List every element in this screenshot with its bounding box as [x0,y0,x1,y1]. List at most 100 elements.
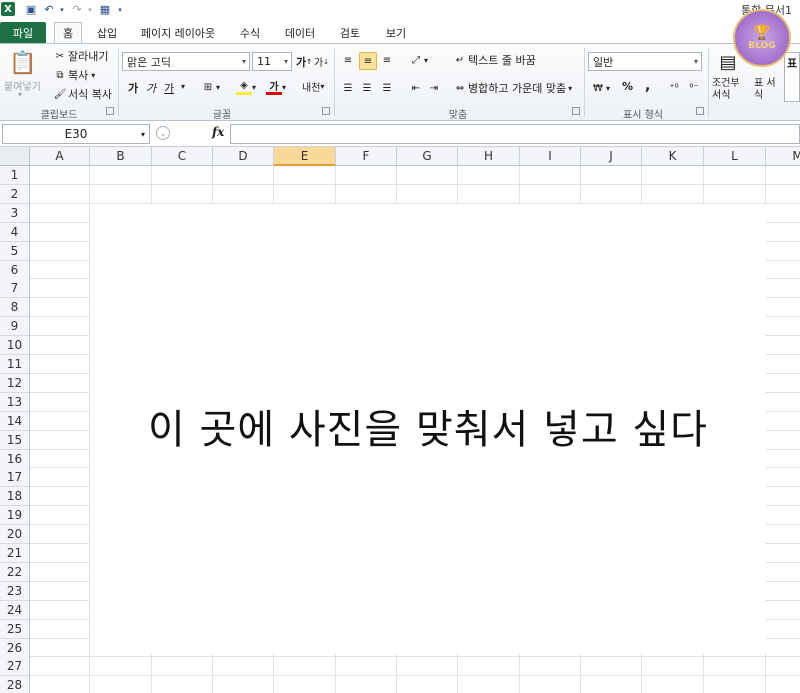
tab-home[interactable]: 홈 [54,22,82,43]
orientation-button[interactable]: ⤢ ▾ [408,52,428,68]
tab-file[interactable]: 파일 [0,22,46,43]
column-header-h[interactable]: H [458,147,520,166]
insert-function-button[interactable]: fx [212,125,224,139]
row-header-16[interactable]: 16 [0,449,30,469]
column-header-d[interactable]: D [213,147,274,166]
column-header-l[interactable]: L [704,147,766,166]
row-header-12[interactable]: 12 [0,373,30,393]
cell-style-button[interactable]: 표 [784,52,800,102]
form-icon[interactable]: ▦ [98,2,112,17]
clipboard-launcher-icon[interactable] [106,107,114,115]
bold-button[interactable]: 가 [128,80,138,96]
column-header-f[interactable]: F [336,147,397,166]
conditional-format-button[interactable]: 조건부 서식 [712,78,746,102]
accounting-button[interactable]: ₩ ▾ [590,80,610,96]
name-box[interactable]: E30 ▾ [2,124,150,144]
select-all-corner[interactable] [0,147,30,166]
undo-dropdown-icon[interactable]: ▾ [58,2,66,17]
format-painter-button[interactable]: 🖌 서식 복사 [52,86,112,102]
column-header-i[interactable]: I [520,147,581,166]
tab-review[interactable]: 검토 [334,22,366,43]
decrease-indent-button[interactable]: ⇤ [408,80,424,96]
tab-view[interactable]: 보기 [380,22,412,43]
row-header-19[interactable]: 19 [0,506,30,526]
tab-page-layout[interactable]: 페이지 레이아웃 [136,22,220,43]
column-header-b[interactable]: B [90,147,152,166]
number-format-dropdown[interactable]: 일반 ▾ [588,52,702,71]
format-as-table-button[interactable]: 표 서식 [754,78,778,102]
row-header-27[interactable]: 27 [0,657,30,677]
column-header-c[interactable]: C [152,147,213,166]
decrease-decimal-button[interactable]: ⁰⁻ [686,80,702,96]
row-header-18[interactable]: 18 [0,487,30,507]
row-header-7[interactable]: 7 [0,279,30,299]
font-size-dropdown[interactable]: 11 ▾ [252,52,292,71]
row-header-3[interactable]: 3 [0,203,30,223]
italic-button[interactable]: 가 [146,80,156,96]
paste-dropdown-icon[interactable]: ▾ [18,90,22,99]
expand-formula-icon[interactable]: ⌄ [156,126,170,140]
copy-dropdown-icon[interactable]: ▾ [91,71,95,80]
tab-formulas[interactable]: 수식 [234,22,266,43]
column-header-a[interactable]: A [30,147,90,166]
column-header-k[interactable]: K [642,147,704,166]
row-header-1[interactable]: 1 [0,166,30,185]
row-header-4[interactable]: 4 [0,222,30,242]
row-header-13[interactable]: 13 [0,392,30,412]
row-header-9[interactable]: 9 [0,317,30,337]
phonetic-button[interactable]: 내천 ▾ [302,79,324,94]
border-button[interactable]: ⊞ ▾ [200,79,220,95]
align-left-button[interactable]: ☰ [340,80,356,96]
cut-button[interactable]: ✂ 잘라내기 [52,48,109,64]
row-header-14[interactable]: 14 [0,411,30,431]
merge-center-button[interactable]: ⇔ 병합하고 가운데 맞춤 ▾ [452,80,572,96]
wrap-text-button[interactable]: ↵ 텍스트 줄 바꿈 [452,52,536,68]
row-header-2[interactable]: 2 [0,184,30,204]
row-header-23[interactable]: 23 [0,581,30,601]
row-header-17[interactable]: 17 [0,468,30,488]
row-header-8[interactable]: 8 [0,298,30,318]
tab-data[interactable]: 데이터 [280,22,320,43]
paste-icon[interactable]: 📋 [9,48,36,78]
number-launcher-icon[interactable] [696,107,704,115]
customize-qat-icon[interactable]: ▾ [116,2,124,17]
excel-logo-icon[interactable]: X [1,2,15,16]
row-header-26[interactable]: 26 [0,638,30,658]
underline-dropdown-icon[interactable]: ▾ [181,82,185,91]
copy-button[interactable]: ⧉ 복사 ▾ [52,67,95,83]
row-header-6[interactable]: 6 [0,260,30,280]
paste-button[interactable]: 붙여넣기 [4,78,41,93]
increase-indent-button[interactable]: ⇥ [426,80,442,96]
underline-button[interactable]: 가 [164,80,174,96]
save-icon[interactable]: ▣ [24,2,38,17]
increase-decimal-button[interactable]: ⁺⁰ [666,80,682,96]
shrink-font-button[interactable]: 가 ↓ [314,54,329,70]
tab-insert[interactable]: 삽입 [92,22,122,43]
align-top-button[interactable]: ≡ [340,52,356,68]
font-name-dropdown[interactable]: 맑은 고딕 ▾ [122,52,250,71]
column-header-e[interactable]: E [274,147,336,166]
redo-dropdown-icon[interactable]: ▾ [86,2,94,17]
redo-icon[interactable]: ↷ [70,2,84,17]
row-header-22[interactable]: 22 [0,562,30,582]
percent-button[interactable]: % [622,80,633,93]
row-header-24[interactable]: 24 [0,600,30,620]
font-color-button[interactable]: 가 ▾ [266,79,286,95]
align-center-button[interactable]: ☰ [359,80,375,96]
row-header-10[interactable]: 10 [0,336,30,356]
spreadsheet-grid[interactable]: ABCDEFGHIJKLM 1 2 3 4 5 6 7 8 9 10 11 12 13 14 15 16 17 1… [0,147,800,693]
alignment-launcher-icon[interactable] [572,107,580,115]
row-header-5[interactable]: 5 [0,241,30,261]
grow-font-button[interactable]: 가 ↑ [296,54,312,70]
comma-button[interactable]: , [645,78,650,94]
font-launcher-icon[interactable] [322,107,330,115]
align-bottom-button[interactable]: ≡ [379,52,395,68]
row-header-21[interactable]: 21 [0,544,30,563]
row-header-20[interactable]: 20 [0,525,30,545]
align-right-button[interactable]: ☰ [379,80,395,96]
undo-icon[interactable]: ↶ [42,2,56,17]
align-middle-button[interactable]: ≡ [359,52,377,70]
fill-color-button[interactable]: ◈ ▾ [236,79,256,95]
row-header-11[interactable]: 11 [0,355,30,374]
formula-input[interactable] [230,124,800,144]
